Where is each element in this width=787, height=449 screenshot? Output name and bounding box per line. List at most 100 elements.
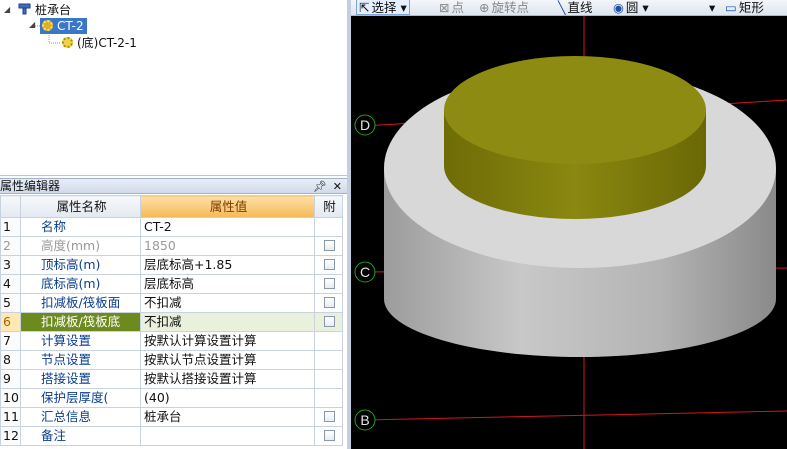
- attach-checkbox[interactable]: [324, 430, 335, 441]
- property-name[interactable]: 计算设置: [20, 331, 141, 351]
- row-index: 4: [0, 274, 21, 294]
- name-column-header[interactable]: 属性名称: [20, 195, 141, 218]
- row-index: 9: [0, 369, 21, 389]
- attach-column-header[interactable]: 附: [314, 195, 343, 218]
- pin-icon[interactable]: 📌︎: [313, 179, 327, 194]
- attach-checkbox[interactable]: [324, 278, 335, 289]
- tree-node-ct-2-1[interactable]: (底)CT-2-1: [62, 35, 137, 51]
- property-row[interactable]: 8 节点设置 按默认节点设置计算: [0, 350, 343, 370]
- property-name[interactable]: 底标高(m): [20, 274, 141, 294]
- line-tool-button[interactable]: ╲ 直线: [558, 0, 593, 15]
- property-name[interactable]: 汇总信息: [20, 407, 141, 427]
- circle-tool-button[interactable]: ◉ 圆 ▾: [613, 0, 649, 15]
- property-name[interactable]: 备注: [20, 426, 141, 446]
- property-value[interactable]: (40): [140, 388, 315, 408]
- property-row[interactable]: 4 底标高(m) 层底标高: [0, 274, 343, 294]
- property-value[interactable]: 按默认计算设置计算: [140, 331, 315, 351]
- property-name[interactable]: 名称: [20, 217, 141, 237]
- attach-cell: [314, 312, 343, 332]
- property-value[interactable]: 层底标高: [140, 274, 315, 294]
- select-tool-button[interactable]: ⇱ 选择 ▾: [356, 0, 410, 15]
- attach-cell: [314, 407, 343, 427]
- rect-tool-button[interactable]: ▭ 矩形: [725, 0, 764, 15]
- property-value[interactable]: CT-2: [140, 217, 315, 237]
- property-row[interactable]: 6 扣减板/筏板底 不扣减: [0, 312, 343, 332]
- attach-cell: [314, 274, 343, 294]
- axis-marker-d[interactable]: D: [354, 114, 376, 136]
- row-index: 6: [0, 312, 21, 332]
- property-value[interactable]: 桩承台: [140, 407, 315, 427]
- property-name[interactable]: 高度(mm): [20, 236, 141, 256]
- attach-checkbox[interactable]: [324, 411, 335, 422]
- tree-node-label: (底)CT-2-1: [77, 36, 137, 50]
- value-column-header[interactable]: 属性值: [140, 195, 315, 218]
- property-value[interactable]: 按默认搭接设置计算: [140, 369, 315, 389]
- attach-checkbox[interactable]: [324, 240, 335, 251]
- dropdown-arrow-icon[interactable]: ▾: [709, 0, 715, 15]
- 3d-viewport[interactable]: D C B: [351, 0, 787, 449]
- property-value[interactable]: 层底标高+1.85: [140, 255, 315, 275]
- 3d-scene[interactable]: D C B: [351, 16, 787, 449]
- property-row[interactable]: 3 顶标高(m) 层底标高+1.85: [0, 255, 343, 275]
- circle-icon: ◉: [613, 0, 624, 15]
- row-index: 7: [0, 331, 21, 351]
- property-editor-title: 属性编辑器: [0, 179, 61, 193]
- point-tool-button[interactable]: ⊠ 点: [439, 0, 464, 15]
- point-tool-label: 点: [451, 0, 464, 15]
- rect-icon: ▭: [725, 0, 737, 15]
- collapse-arrow-icon[interactable]: ◢: [4, 2, 10, 18]
- attach-checkbox[interactable]: [324, 316, 335, 327]
- circle-tool-label: 圆: [625, 0, 639, 15]
- property-row[interactable]: 1 名称 CT-2: [0, 217, 343, 237]
- draw-toolbar: ⇱ 选择 ▾ ⊠ 点 ⊕ 旋转点 ╲ 直线 ◉ 圆 ▾ ▾ ▭ 矩形: [351, 0, 787, 16]
- attach-checkbox[interactable]: [324, 297, 335, 308]
- left-panel: ◢ 桩承台 ◢ CT-2 (底)CT-2-1 属性编辑器 📌︎ ✕ 属性名称 属…: [0, 0, 347, 449]
- pile-cap-icon: [18, 3, 31, 15]
- property-value[interactable]: 不扣减: [140, 293, 315, 313]
- line-icon: ╲: [558, 0, 566, 15]
- axis-label-c: C: [360, 264, 370, 280]
- tree-node-label: CT-2: [57, 19, 84, 33]
- tree-node-root[interactable]: ◢ 桩承台: [4, 2, 71, 18]
- index-column-header: [0, 195, 21, 218]
- attach-cell: [314, 331, 343, 351]
- property-value[interactable]: 1850: [140, 236, 315, 256]
- property-value[interactable]: 不扣减: [140, 312, 315, 332]
- property-name[interactable]: 节点设置: [20, 350, 141, 370]
- property-row[interactable]: 9 搭接设置 按默认搭接设置计算: [0, 369, 343, 389]
- property-name[interactable]: 顶标高(m): [20, 255, 141, 275]
- attach-cell: [314, 388, 343, 408]
- property-value[interactable]: [140, 426, 315, 446]
- property-row[interactable]: 10 保护层厚度((40): [0, 388, 343, 408]
- property-name[interactable]: 搭接设置: [20, 369, 141, 389]
- close-icon[interactable]: ✕: [333, 179, 342, 194]
- property-row[interactable]: 2 高度(mm) 1850: [0, 236, 343, 256]
- rotate-point-tool-label: 旋转点: [491, 0, 529, 15]
- property-name[interactable]: 扣减板/筏板面: [20, 293, 141, 313]
- rotate-point-tool-button[interactable]: ⊕ 旋转点: [479, 0, 529, 15]
- property-grid: 属性名称 属性值 附 1 名称 CT-2 2 高度(mm) 1850 3 顶标高(m) 层底标高…: [0, 195, 347, 446]
- axis-label-b: B: [360, 412, 369, 428]
- property-row[interactable]: 5 扣减板/筏板面 不扣减: [0, 293, 343, 313]
- axis-marker-c[interactable]: C: [354, 261, 376, 283]
- axis-marker-b[interactable]: B: [354, 409, 376, 431]
- tree-node-ct-2[interactable]: CT-2: [40, 18, 87, 34]
- property-row[interactable]: 12 备注: [0, 426, 343, 446]
- select-tool-label: 选择: [371, 0, 397, 15]
- component-tree: ◢ 桩承台 ◢ CT-2 (底)CT-2-1: [0, 0, 347, 176]
- top-disc-top[interactable]: [444, 56, 706, 164]
- property-row[interactable]: 11 汇总信息 桩承台: [0, 407, 343, 427]
- gear-icon: [42, 20, 53, 31]
- property-value[interactable]: 按默认节点设置计算: [140, 350, 315, 370]
- row-index: 12: [0, 426, 21, 446]
- rect-tool-label: 矩形: [738, 0, 764, 15]
- property-row[interactable]: 7 计算设置 按默认计算设置计算: [0, 331, 343, 351]
- property-name[interactable]: 保护层厚度(: [20, 388, 141, 408]
- property-name[interactable]: 扣减板/筏板底: [20, 312, 141, 332]
- attach-cell: [314, 350, 343, 370]
- attach-checkbox[interactable]: [324, 259, 335, 270]
- row-index: 5: [0, 293, 21, 313]
- row-index: 2: [0, 236, 21, 256]
- line-tool-label: 直线: [567, 0, 593, 15]
- collapse-arrow-icon[interactable]: ◢: [29, 20, 35, 29]
